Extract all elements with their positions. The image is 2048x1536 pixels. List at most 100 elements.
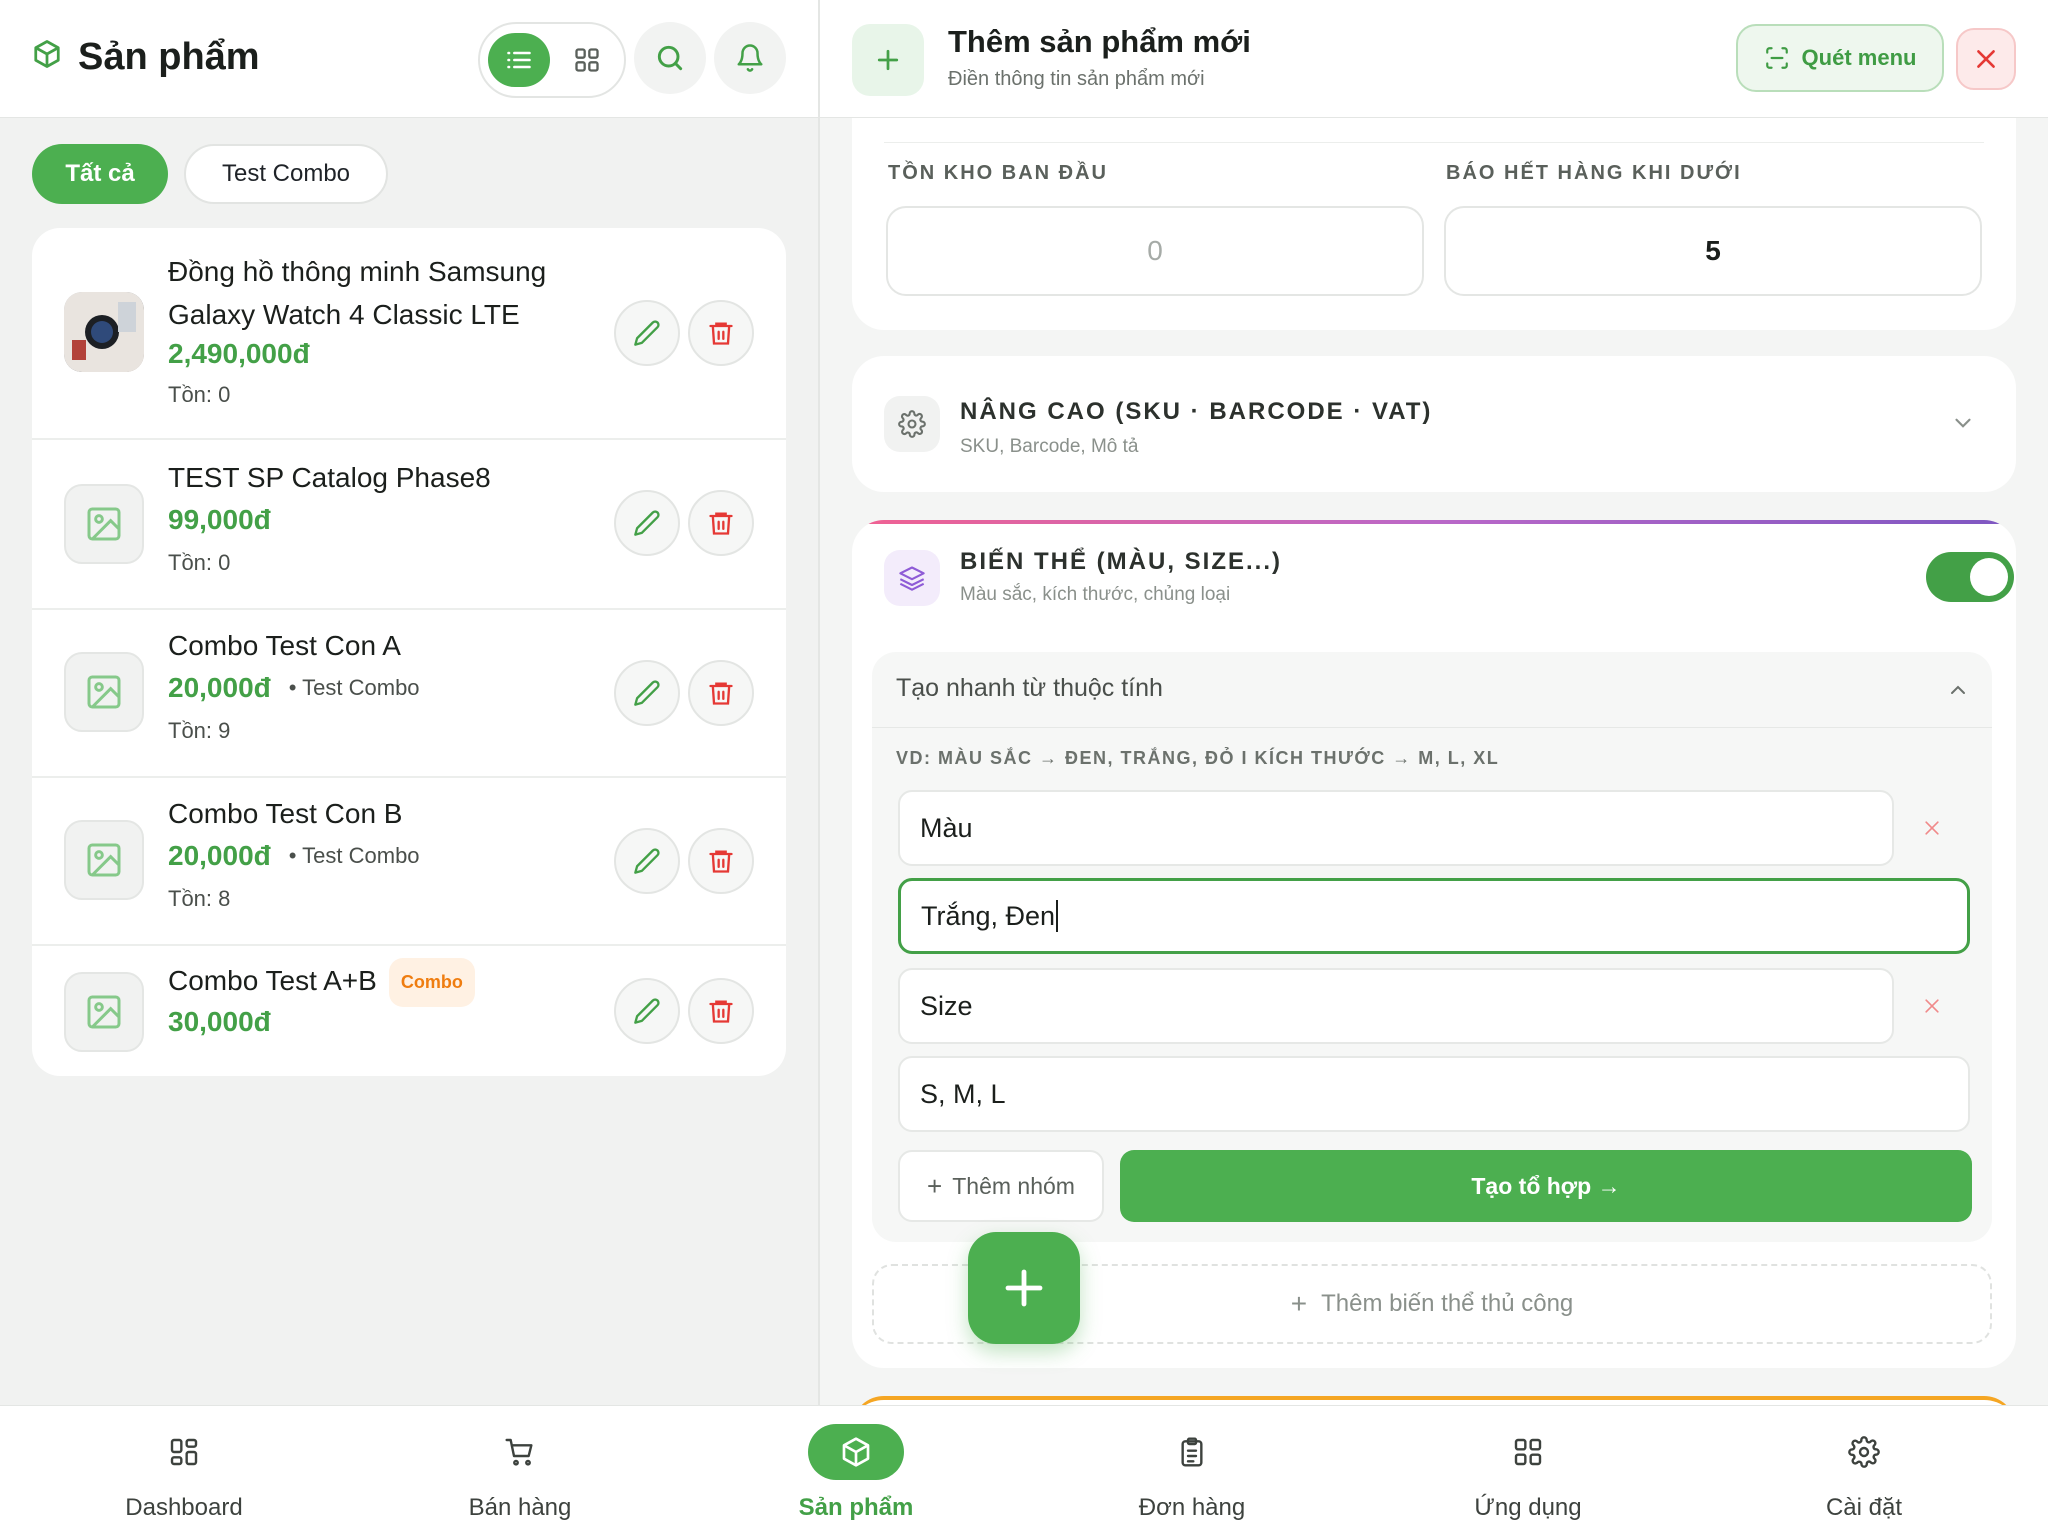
grid-view-button[interactable] bbox=[556, 33, 618, 87]
scan-menu-button[interactable]: Quét menu bbox=[1736, 24, 1944, 92]
filter-chip-all[interactable]: Tất cả bbox=[32, 144, 168, 204]
list-item[interactable]: TEST SP Catalog Phase8 99,000đ Tồn: 0 bbox=[32, 440, 786, 610]
low-stock-input[interactable]: 5 bbox=[1444, 206, 1982, 296]
cart-icon bbox=[472, 1424, 568, 1480]
nav-label: Sản phẩm bbox=[798, 1494, 914, 1521]
product-list: Đồng hồ thông minh Samsung Galaxy Watch … bbox=[32, 228, 786, 1076]
add-product-panel: TỒN KHO BAN ĐẦU BÁO HẾT HÀNG KHI DƯỚI 0 … bbox=[820, 0, 2048, 1405]
trash-icon bbox=[709, 512, 733, 535]
product-price: 30,000đ bbox=[168, 1006, 271, 1038]
price-text: 99,000đ bbox=[168, 504, 271, 535]
price-text: 20,000đ bbox=[168, 840, 271, 871]
price-text: 2,490,000đ bbox=[168, 338, 310, 369]
edit-button[interactable] bbox=[614, 490, 680, 556]
nav-item-settings[interactable]: Cài đặt bbox=[1754, 1406, 1974, 1536]
product-stock: Tồn: 0 bbox=[168, 382, 231, 407]
price-text: 20,000đ bbox=[168, 672, 271, 703]
nav-item-products[interactable]: Sản phẩm bbox=[746, 1406, 966, 1536]
advanced-section[interactable]: NÂNG CAO (SKU · BARCODE · VAT) SKU, Barc… bbox=[852, 356, 2016, 492]
combo-badge: Combo bbox=[388, 958, 475, 1007]
group-values-input[interactable]: S, M, L bbox=[898, 1056, 1970, 1132]
nav-label: Dashboard bbox=[125, 1494, 243, 1521]
search-icon bbox=[657, 45, 683, 71]
edit-button[interactable] bbox=[614, 978, 680, 1044]
nav-item-sales[interactable]: Bán hàng bbox=[410, 1406, 630, 1536]
delete-button[interactable] bbox=[688, 978, 754, 1044]
notification-button[interactable] bbox=[714, 22, 786, 94]
page-title-text: Sản phẩm bbox=[78, 36, 260, 78]
image-placeholder-icon bbox=[64, 820, 144, 900]
floating-add-button[interactable] bbox=[968, 1232, 1080, 1344]
variants-subtitle: Màu sắc, kích thước, chủng loại bbox=[960, 584, 1231, 605]
chevron-down-icon bbox=[1955, 418, 1971, 428]
nav-label: Cài đặt bbox=[1825, 1494, 1903, 1521]
close-icon bbox=[1977, 50, 1995, 68]
quick-create-panel: Tạo nhanh từ thuộc tính VD: MÀU SẮC → ĐE… bbox=[872, 652, 1992, 1242]
toggle-knob bbox=[1970, 558, 2008, 596]
list-item[interactable]: Combo Test Con B 20,000đ • Test Combo Tồn… bbox=[32, 778, 786, 946]
group-name-input[interactable]: Màu bbox=[898, 790, 1894, 866]
product-price: 20,000đ • Test Combo bbox=[168, 672, 420, 704]
nav-label: Đơn hàng bbox=[1138, 1494, 1246, 1521]
image-placeholder-icon bbox=[64, 484, 144, 564]
form-subtitle: Điền thông tin sản phẩm mới bbox=[948, 68, 1205, 90]
bell-icon bbox=[737, 44, 763, 72]
nav-item-orders[interactable]: Đơn hàng bbox=[1082, 1406, 1302, 1536]
product-stock: Tồn: 8 bbox=[168, 886, 231, 911]
pencil-icon bbox=[634, 320, 660, 346]
initial-stock-input[interactable]: 0 bbox=[886, 206, 1424, 296]
list-icon bbox=[507, 51, 531, 69]
form-header: Thêm sản phẩm mới Điền thông tin sản phẩ… bbox=[820, 0, 2048, 118]
product-name: Combo Test Con A bbox=[168, 630, 401, 661]
clipboard-icon bbox=[1144, 1424, 1240, 1480]
section-divider bbox=[884, 142, 1984, 143]
page-title: Sản phẩm bbox=[32, 36, 260, 79]
pencil-icon bbox=[634, 680, 660, 706]
view-toggle bbox=[478, 22, 626, 98]
delete-button[interactable] bbox=[688, 490, 754, 556]
list-view-button[interactable] bbox=[488, 33, 550, 87]
variants-title: BIẾN THỂ (MÀU, SIZE...) bbox=[960, 548, 1282, 575]
nav-item-apps[interactable]: Ứng dụng bbox=[1418, 1406, 1638, 1536]
group-values-input[interactable]: Trắng, Đen bbox=[898, 878, 1970, 954]
add-group-button[interactable]: + Thêm nhóm bbox=[898, 1150, 1104, 1222]
list-item[interactable]: Đồng hồ thông minh Samsung Galaxy Watch … bbox=[32, 228, 786, 440]
search-button[interactable] bbox=[634, 22, 706, 94]
product-stock: Tồn: 0 bbox=[168, 550, 231, 575]
next-section-edge bbox=[852, 1396, 2016, 1405]
product-name: TEST SP Catalog Phase8 bbox=[168, 462, 491, 493]
edit-button[interactable] bbox=[614, 828, 680, 894]
low-stock-label: BÁO HẾT HÀNG KHI DƯỚI bbox=[1446, 162, 1742, 184]
pencil-icon bbox=[634, 848, 660, 874]
product-name: Đồng hồ thông minh Samsung Galaxy Watch … bbox=[168, 256, 547, 330]
edit-button[interactable] bbox=[614, 300, 680, 366]
filter-chip-test-combo[interactable]: Test Combo bbox=[184, 144, 388, 204]
close-icon bbox=[1925, 999, 1939, 1013]
initial-stock-label: TỒN KHO BAN ĐẦU bbox=[888, 162, 1108, 184]
quick-create-title: Tạo nhanh từ thuộc tính bbox=[896, 674, 1163, 702]
edit-button[interactable] bbox=[614, 660, 680, 726]
list-header: Sản phẩm bbox=[0, 0, 818, 118]
input-value: Trắng, Đen bbox=[921, 900, 1056, 931]
delete-button[interactable] bbox=[688, 300, 754, 366]
variants-toggle[interactable] bbox=[1926, 552, 2014, 602]
list-item[interactable]: Combo Test Con A 20,000đ • Test Combo Tồn… bbox=[32, 610, 786, 778]
list-item[interactable]: Combo Test A+B Combo 30,000đ bbox=[32, 946, 786, 1076]
remove-group-button[interactable] bbox=[1912, 986, 1952, 1026]
product-stock: Tồn: 9 bbox=[168, 718, 231, 743]
group-name-input[interactable]: Size bbox=[898, 968, 1894, 1044]
delete-button[interactable] bbox=[688, 828, 754, 894]
product-name: Combo Test A+B Combo bbox=[168, 958, 608, 1007]
scan-menu-label: Quét menu bbox=[1801, 45, 1917, 70]
advanced-subtitle: SKU, Barcode, Mô tả bbox=[960, 436, 1139, 457]
layers-icon bbox=[884, 550, 940, 606]
product-category: • Test Combo bbox=[288, 843, 420, 868]
add-group-label: Thêm nhóm bbox=[952, 1172, 1075, 1199]
nav-item-dashboard[interactable]: Dashboard bbox=[74, 1406, 294, 1536]
quick-create-header[interactable]: Tạo nhanh từ thuộc tính bbox=[872, 652, 1992, 728]
create-combinations-button[interactable]: Tạo tổ hợp → bbox=[1120, 1150, 1972, 1222]
delete-button[interactable] bbox=[688, 660, 754, 726]
remove-group-button[interactable] bbox=[1912, 808, 1952, 848]
close-button[interactable] bbox=[1956, 28, 2016, 90]
plus-icon bbox=[852, 24, 924, 96]
